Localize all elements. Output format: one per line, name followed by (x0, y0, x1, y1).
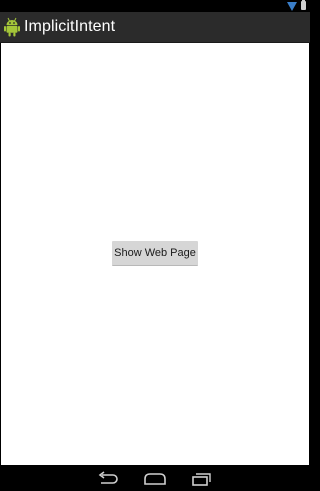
status-bar (0, 0, 310, 12)
show-web-page-button[interactable]: Show Web Page (112, 241, 198, 266)
device-screen: ImplicitIntent Show Web Page (0, 0, 310, 491)
navigation-bar (0, 466, 310, 491)
action-bar: ImplicitIntent (0, 12, 310, 43)
wifi-signal-icon (287, 2, 297, 11)
back-icon[interactable] (94, 470, 120, 488)
recent-apps-icon[interactable] (190, 470, 216, 488)
home-icon[interactable] (142, 470, 168, 488)
android-launcher-icon[interactable] (4, 17, 20, 37)
main-content: Show Web Page (1, 43, 309, 465)
battery-icon (301, 0, 306, 10)
app-title: ImplicitIntent (24, 18, 116, 35)
